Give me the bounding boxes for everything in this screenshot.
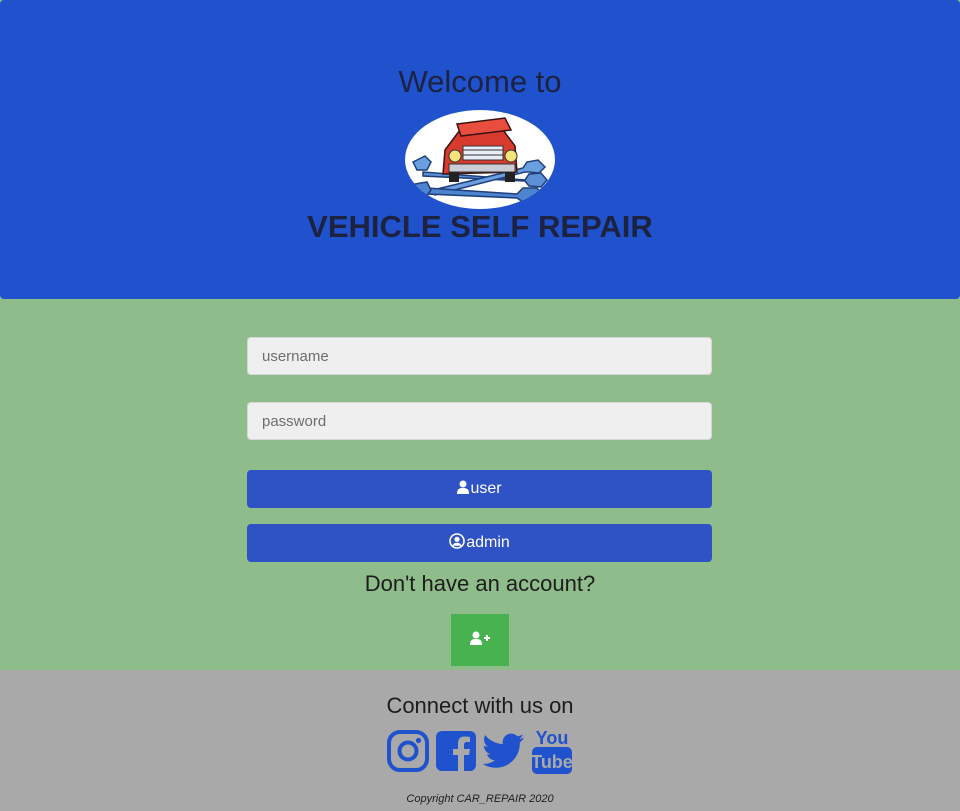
user-button-label: user bbox=[470, 480, 502, 497]
svg-text:You: You bbox=[536, 728, 569, 748]
svg-text:Tube: Tube bbox=[531, 752, 573, 772]
footer: Connect with us on You Tube Copyright CA… bbox=[0, 670, 960, 811]
connect-heading: Connect with us on bbox=[386, 693, 574, 718]
user-circle-icon bbox=[449, 532, 466, 554]
signup-button[interactable] bbox=[451, 614, 509, 666]
social-links: You Tube bbox=[0, 727, 960, 775]
admin-login-button[interactable]: admin bbox=[247, 524, 712, 562]
brand-title: VEHICLE SELF REPAIR bbox=[307, 209, 653, 244]
facebook-icon[interactable] bbox=[435, 727, 477, 775]
header-banner: Welcome to VEHICLE SELF REPAIR bbox=[0, 0, 960, 299]
instagram-icon[interactable] bbox=[387, 727, 429, 775]
youtube-icon[interactable]: You Tube bbox=[531, 727, 573, 775]
admin-button-label: admin bbox=[466, 534, 510, 551]
no-account-text: Don't have an account? bbox=[364, 571, 596, 596]
login-section: user admin Don't have an account? bbox=[0, 302, 960, 669]
car-repair-logo bbox=[405, 110, 555, 209]
user-plus-icon bbox=[470, 631, 490, 650]
welcome-text: Welcome to bbox=[398, 64, 562, 99]
user-icon bbox=[457, 480, 470, 499]
password-input[interactable] bbox=[247, 402, 712, 440]
username-input[interactable] bbox=[247, 337, 712, 375]
user-login-button[interactable]: user bbox=[247, 470, 712, 508]
copyright-text: Copyright CAR_REPAIR 2020 bbox=[406, 793, 554, 805]
twitter-icon[interactable] bbox=[483, 727, 525, 775]
